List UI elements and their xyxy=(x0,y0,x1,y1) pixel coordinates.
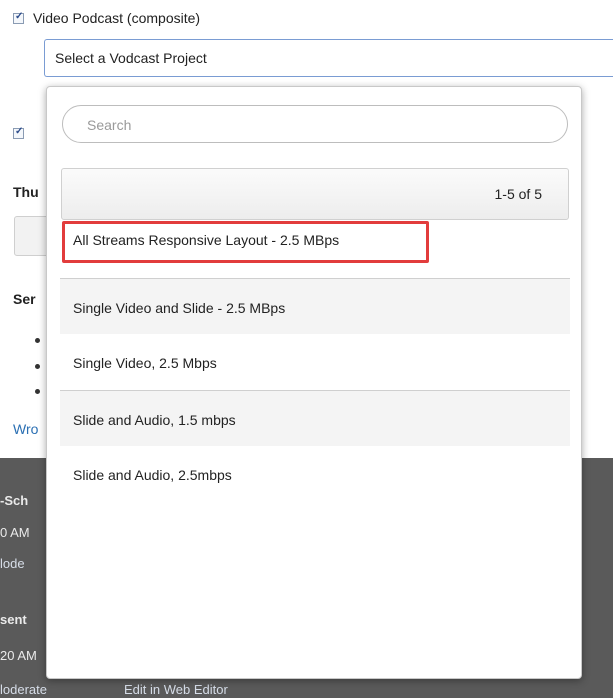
section-heading-fragment: Ser xyxy=(13,291,36,307)
checkmark-icon: ✓ xyxy=(15,11,24,22)
moderate-link[interactable]: loderate xyxy=(0,682,47,697)
vodcast-project-dropdown: 1-5 of 5 All Streams Responsive Layout -… xyxy=(46,86,582,679)
schedule-heading-fragment: -Sch xyxy=(0,493,29,508)
vodcast-project-select-value: Select a Vodcast Project xyxy=(55,50,207,66)
search-field[interactable] xyxy=(62,105,568,143)
list-item[interactable]: Slide and Audio, 1.5 mbps xyxy=(60,390,570,446)
list-item-label: Single Video, 2.5 Mbps xyxy=(73,355,217,371)
pager-count: 1-5 of 5 xyxy=(494,186,542,202)
list-item[interactable]: Single Video, 2.5 Mbps xyxy=(60,334,570,390)
project-options-list: All Streams Responsive Layout - 2.5 MBps… xyxy=(60,221,570,502)
video-podcast-checkbox[interactable]: ✓ xyxy=(13,11,24,24)
results-pager: 1-5 of 5 xyxy=(61,168,569,220)
search-input[interactable] xyxy=(85,114,549,136)
list-item-label: Single Video and Slide - 2.5 MBps xyxy=(73,300,286,316)
bullet-dot xyxy=(35,338,40,343)
list-item-label: Slide and Audio, 1.5 mbps xyxy=(73,412,236,428)
video-podcast-label: Video Podcast (composite) xyxy=(33,10,201,26)
present-heading-fragment: sent xyxy=(0,612,27,627)
second-checkbox[interactable]: ✓ xyxy=(13,126,24,139)
time-fragment: 0 AM xyxy=(0,525,30,540)
list-item-label: Slide and Audio, 2.5mbps xyxy=(73,467,232,483)
thumbnail-heading-fragment: Thu xyxy=(13,184,39,200)
list-item[interactable]: Single Video and Slide - 2.5 MBps xyxy=(60,278,570,334)
vodcast-project-select[interactable]: Select a Vodcast Project xyxy=(44,39,613,77)
bullet-dot xyxy=(35,389,40,394)
time-fragment-2: 20 AM xyxy=(0,648,37,663)
checkmark-icon: ✓ xyxy=(15,126,24,137)
list-item-label: All Streams Responsive Layout - 2.5 MBps xyxy=(73,232,340,248)
wrong-link-fragment[interactable]: Wro xyxy=(13,421,38,437)
edit-in-web-editor-link[interactable]: Edit in Web Editor xyxy=(124,682,228,697)
list-item[interactable]: All Streams Responsive Layout - 2.5 MBps xyxy=(60,221,570,278)
moderate-link-fragment[interactable]: lode xyxy=(0,556,25,571)
bullet-dot xyxy=(35,364,40,369)
list-item[interactable]: Slide and Audio, 2.5mbps xyxy=(60,446,570,502)
